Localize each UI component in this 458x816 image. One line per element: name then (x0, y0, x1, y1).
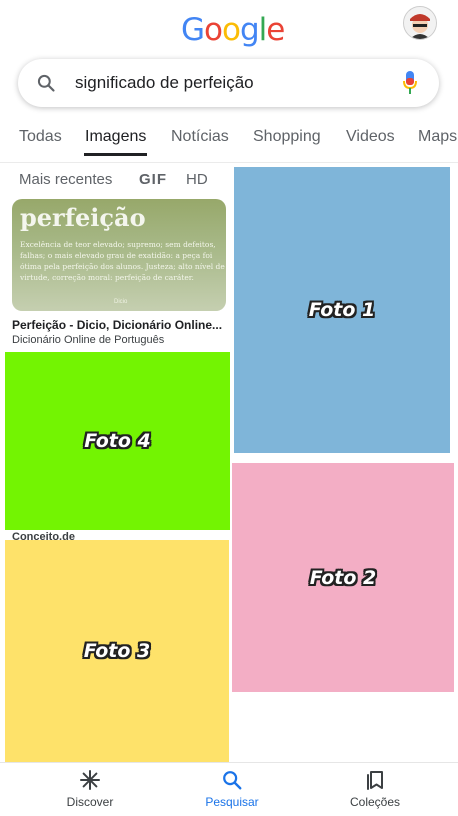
tab-noticias[interactable]: Notícias (171, 128, 229, 146)
logo-letter: l (258, 12, 268, 48)
logo-letter: G (181, 12, 205, 48)
search-icon[interactable] (36, 73, 56, 93)
avatar-icon (404, 7, 436, 39)
result-image-perfeicao[interactable]: perfeição Excelência de teor elevado; su… (12, 199, 226, 311)
result-title[interactable]: Perfeição - Dicio, Dicionário Online... (12, 318, 226, 332)
nav-label: Coleções (349, 795, 401, 809)
search-bar[interactable]: significado de perfeição (18, 59, 439, 107)
filter-recent[interactable]: Mais recentes (19, 171, 112, 188)
user-avatar[interactable] (403, 6, 437, 40)
search-tabs: Todas Imagens Notícias Shopping Videos M… (0, 128, 458, 163)
photo-1[interactable]: Foto 1 (234, 167, 450, 453)
nav-collections[interactable]: Coleções (315, 769, 435, 809)
photo-label: Foto 3 (83, 640, 151, 662)
logo-letter: e (266, 12, 285, 48)
photo-label: Foto 2 (309, 566, 377, 589)
logo-letter: o (204, 12, 223, 48)
photo-label: Foto 1 (308, 299, 376, 321)
logo-letter: g (239, 12, 260, 48)
bookmarks-icon (367, 771, 383, 790)
photo-3[interactable]: Foto 3 (5, 540, 229, 762)
tab-videos[interactable]: Videos (346, 128, 395, 146)
asterisk-icon (80, 770, 100, 790)
image-brand: Dicio (114, 299, 128, 305)
filter-hd[interactable]: HD (186, 171, 208, 188)
tab-maps[interactable]: Maps (418, 128, 458, 146)
active-tab-indicator (84, 153, 147, 156)
photo-4[interactable]: Foto 4 (5, 352, 230, 530)
nav-label: Discover (66, 795, 114, 809)
nav-discover[interactable]: Discover (30, 769, 150, 809)
result-source[interactable]: Dicionário Online de Português (12, 334, 164, 346)
nav-search[interactable]: Pesquisar (172, 769, 292, 809)
image-word: perfeição (20, 203, 146, 232)
bottom-navigation: Discover Pesquisar Coleções (0, 762, 458, 816)
google-logo[interactable]: Google (181, 12, 285, 48)
photo-2[interactable]: Foto 2 (232, 463, 454, 692)
nav-label: Pesquisar (205, 795, 259, 809)
mic-icon[interactable] (403, 71, 417, 95)
search-input[interactable]: significado de perfeição (75, 73, 254, 93)
tab-shopping[interactable]: Shopping (253, 128, 321, 146)
filter-gif[interactable]: GIF (139, 171, 167, 188)
image-definition-text: Excelência de teor elevado; supremo; sem… (20, 240, 225, 282)
photo-label: Foto 4 (84, 430, 151, 452)
tab-imagens[interactable]: Imagens (85, 128, 146, 146)
logo-letter: o (222, 12, 241, 48)
tab-todas[interactable]: Todas (19, 128, 62, 146)
search-icon (223, 771, 242, 790)
